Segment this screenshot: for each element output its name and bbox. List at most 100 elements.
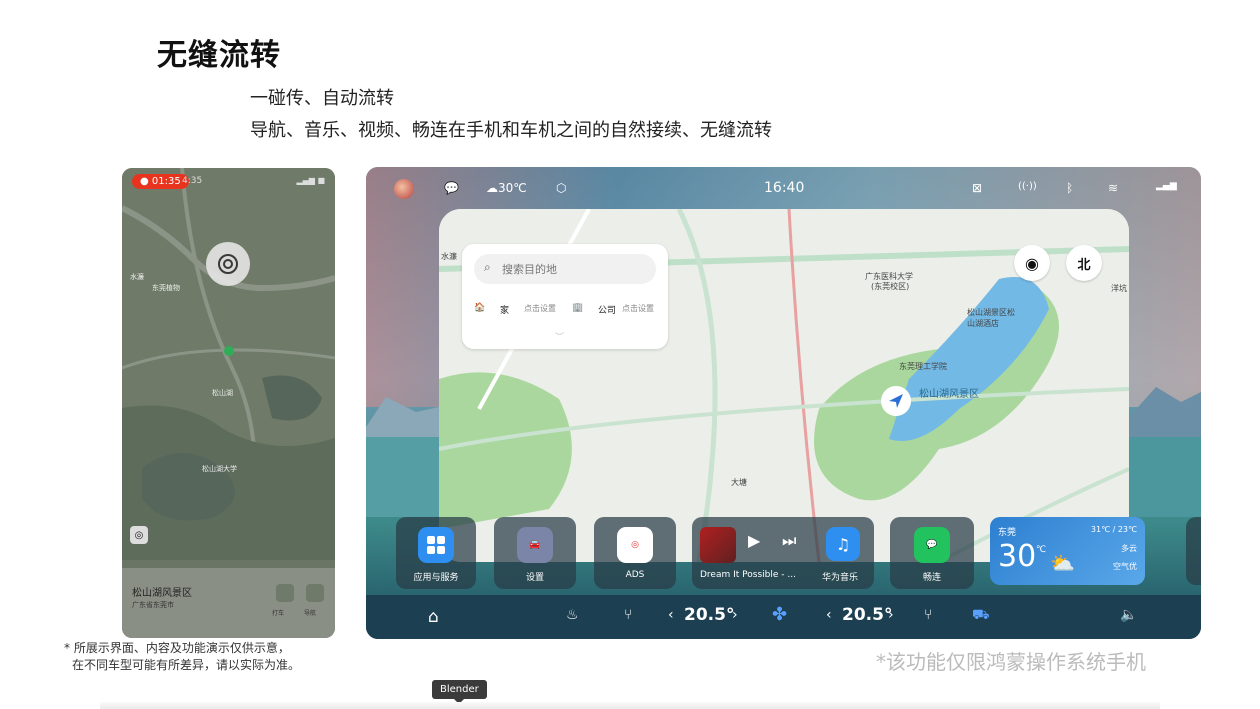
message-icon[interactable]: 💬	[444, 181, 459, 195]
locate-icon[interactable]: ◎	[130, 526, 148, 544]
home-shortcut[interactable]: 家	[500, 303, 509, 316]
weather-desc: 多云	[1121, 544, 1137, 553]
phone-screenshot: ● 01:35 4:35 ▂▄▆ ■ 水濂 东莞植物 松山湖 松山湖大学 ◎ 松…	[122, 168, 335, 638]
phone-map-label: 松山湖大学	[202, 465, 237, 473]
voice-icon: ((·))	[1018, 181, 1037, 192]
search-card: ⌕ 搜索目的地 🏠 家 点击设置 🏢 公司 点击设置 ︶	[462, 244, 668, 349]
weather-range: 31℃ / 23℃	[1090, 525, 1137, 534]
settings-tile[interactable]: 🚘 设置	[494, 517, 576, 589]
car-icon[interactable]: ⛟	[972, 607, 990, 625]
next-track-icon[interactable]: ⏭	[782, 531, 796, 551]
bottom-divider	[100, 702, 1160, 709]
seat-heat-left-icon[interactable]: ⑂	[624, 607, 632, 623]
company-shortcut[interactable]: 公司	[598, 303, 616, 316]
weather-unit: ℃	[1036, 545, 1047, 555]
car-screen: 💬 ☁30℃ ⬡ 16:40 ⊠ ((·)) ᛒ ≋ ▂▄▆ ⌕ 搜索目的地 🏠	[366, 167, 1201, 639]
temp-left-increase-icon[interactable]: ›	[732, 607, 738, 623]
clock: 16:40	[764, 180, 805, 196]
map-label: 大塘	[731, 478, 747, 487]
phone-map-label: 水濂	[130, 273, 144, 281]
disclaimer-line-1: * 所展示界面、内容及功能演示仅供示意，	[64, 641, 290, 655]
place-address: 广东省东莞市	[132, 601, 174, 609]
phone-signal-icon: ▂▄▆ ■	[296, 176, 325, 185]
shield-icon[interactable]: ⬡	[556, 181, 566, 195]
collapse-handle-icon[interactable]: ︶	[555, 330, 564, 343]
navigate-label: 导航	[304, 610, 317, 617]
temp-right-increase-icon[interactable]: ›	[888, 607, 894, 623]
map-label: 松山湖景区松山湖酒店	[967, 308, 1015, 328]
company-icon: 🏢	[572, 303, 584, 313]
location-pin-icon	[224, 346, 234, 356]
phone-map-label: 松山湖	[212, 389, 233, 397]
defrost-icon[interactable]: ♨	[566, 607, 579, 623]
apps-services-tile[interactable]: 应用与服务	[396, 517, 476, 589]
navigation-map[interactable]: ⌕ 搜索目的地 🏠 家 点击设置 🏢 公司 点击设置 ︶ ◉ 北 水濂 广东医科…	[439, 209, 1129, 562]
map-label: 东莞理工学院	[899, 362, 947, 371]
air-quality: 空气优	[1113, 562, 1137, 571]
search-icon: ⌕	[484, 260, 491, 274]
avatar[interactable]	[394, 179, 414, 199]
bluetooth-icon: ᛒ	[1066, 181, 1074, 195]
subtitle-1: 一碰传、自动流转	[250, 88, 394, 109]
company-set-link[interactable]: 点击设置	[622, 303, 654, 314]
phone-map[interactable]	[122, 168, 335, 560]
phone-time: 4:35	[182, 176, 203, 186]
record-badge: ● 01:35	[132, 174, 189, 189]
temp-right[interactable]: 20.5°	[842, 605, 892, 625]
place-name: 松山湖风景区	[132, 588, 192, 599]
next-card-peek[interactable]	[1186, 517, 1201, 585]
current-position-arrow-icon	[881, 386, 911, 416]
album-cover	[700, 527, 736, 563]
camera-off-icon: ⊠	[972, 181, 983, 195]
home-icon[interactable]: ⌂	[428, 607, 439, 627]
weather-city: 东莞	[998, 528, 1017, 538]
apps-grid-icon	[418, 527, 454, 563]
music-tile[interactable]: ▶ ⏭ Dream It Possible - ... ♫ 华为音乐	[692, 517, 874, 589]
subtitle-2: 导航、音乐、视频、畅连在手机和车机之间的自然接续、无缝流转	[250, 120, 772, 141]
navigate-button[interactable]	[306, 584, 324, 602]
weather-status-text: 30℃	[498, 181, 527, 195]
temp-left-decrease-icon[interactable]: ‹	[668, 607, 674, 623]
map-label: 洋坑	[1111, 284, 1127, 293]
weather-card[interactable]: 东莞 30 ℃ ⛅ 31℃ / 23℃ 多云 空气优	[990, 517, 1145, 585]
temp-right-decrease-icon[interactable]: ‹	[826, 607, 832, 623]
settings-label: 设置	[525, 573, 544, 583]
huawei-music-icon[interactable]: ♫	[826, 527, 860, 561]
disclaimer: * 所展示界面、内容及功能演示仅供示意， 在不同车型可能有所差异，请以实际为准。	[64, 640, 300, 674]
status-bar: 💬 ☁30℃ ⬡ 16:40 ⊠ ((·)) ᛒ ≋ ▂▄▆	[366, 167, 1201, 207]
apps-services-label: 应用与服务	[413, 573, 459, 583]
disclaimer-line-2: 在不同车型可能有所差异，请以实际为准。	[72, 658, 301, 672]
search-placeholder: 搜索目的地	[502, 263, 557, 276]
taxi-button[interactable]	[276, 584, 294, 602]
taxi-label: 打车	[272, 610, 285, 617]
partly-cloudy-icon: ⛅	[1050, 551, 1075, 575]
home-icon: 🏠	[474, 303, 486, 313]
signal-icon: ▂▄▆	[1156, 181, 1177, 191]
compass-button[interactable]: 北	[1066, 245, 1102, 281]
play-icon[interactable]: ▶	[748, 531, 760, 550]
temp-left[interactable]: 20.5°	[684, 605, 734, 625]
track-title: Dream It Possible - ...	[700, 570, 796, 580]
voice-search-icon[interactable]: ◉	[1014, 245, 1050, 281]
weather-temp: 30	[998, 539, 1037, 574]
wifi-icon: ≋	[1108, 181, 1119, 195]
home-set-link[interactable]: 点击设置	[524, 303, 556, 314]
map-label-scenic: 松山湖风景区	[919, 389, 979, 400]
map-label: (东莞校区)	[871, 282, 910, 291]
meetime-tile[interactable]: 💬 畅连	[890, 517, 974, 589]
meetime-label: 畅连	[922, 573, 941, 583]
record-time: 01:35	[151, 176, 181, 187]
music-app-label: 华为音乐	[822, 573, 859, 583]
seat-heat-right-icon[interactable]: ⑂	[924, 607, 932, 623]
volume-icon[interactable]: 🔈	[1120, 607, 1137, 623]
meetime-icon: 💬	[914, 527, 950, 563]
harmony-note: *该功能仅限鸿蒙操作系统手机	[876, 650, 1146, 674]
flow-target-icon[interactable]	[206, 242, 250, 286]
phone-map-label: 东莞植物	[152, 284, 180, 292]
fan-icon[interactable]: ✤	[772, 604, 787, 625]
car-settings-icon: 🚘	[517, 527, 553, 563]
map-label: 水濂	[441, 252, 457, 261]
page-title: 无缝流转	[157, 38, 281, 73]
tooltip: Blender	[432, 680, 487, 704]
ads-tile[interactable]: ◎ ADS	[594, 517, 676, 589]
